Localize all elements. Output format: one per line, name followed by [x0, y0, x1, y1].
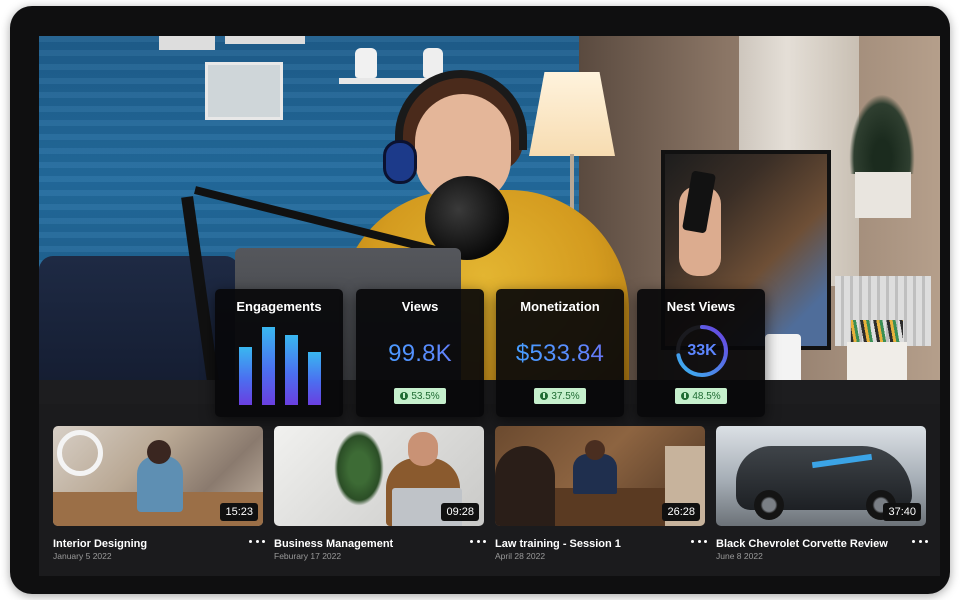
- video-thumbnail[interactable]: 09:28: [274, 426, 484, 526]
- engagements-bar-chart: [237, 323, 321, 405]
- video-duration: 37:40: [883, 503, 921, 521]
- change-value: 53.5%: [411, 390, 440, 402]
- video-date: June 8 2022: [716, 551, 763, 561]
- change-badge: 53.5%: [394, 388, 446, 404]
- hero-image: [39, 36, 940, 404]
- device-frame: Engagements Views 99.8K 53.5% Monetizati…: [10, 6, 950, 594]
- video-duration: 15:23: [220, 503, 258, 521]
- person: [573, 454, 617, 494]
- video-title[interactable]: Business Management: [274, 538, 393, 550]
- engagement-bar: [239, 346, 252, 405]
- change-badge: 48.5%: [675, 388, 727, 404]
- card-title: Engagements: [236, 299, 322, 314]
- plant-pot: [855, 172, 911, 218]
- nest-views-card[interactable]: Nest Views 33K 48.5%: [637, 289, 765, 417]
- info-icon: [681, 392, 690, 400]
- person-head: [408, 432, 438, 466]
- change-value: 48.5%: [692, 390, 721, 402]
- video-date: April 28 2022: [495, 551, 546, 561]
- monetization-card[interactable]: Monetization $533.84 37.5%: [496, 289, 624, 417]
- change-value: 37.5%: [551, 390, 580, 402]
- desk: [39, 380, 940, 404]
- video-duration: 09:28: [441, 503, 479, 521]
- change-badge: 37.5%: [534, 388, 586, 404]
- video-title[interactable]: Law training - Session 1: [495, 538, 621, 550]
- plant: [334, 430, 384, 506]
- more-dots-icon[interactable]: [691, 535, 707, 547]
- engagement-bar: [285, 334, 298, 405]
- car-wheel: [754, 490, 784, 520]
- person-head: [585, 440, 605, 460]
- card-title: Nest Views: [666, 299, 736, 314]
- ring-light: [57, 430, 103, 476]
- pencils: [851, 320, 903, 344]
- info-icon: [400, 392, 409, 400]
- video-title[interactable]: Interior Designing: [53, 538, 147, 550]
- video-thumbnail[interactable]: 37:40: [716, 426, 926, 526]
- person-head: [147, 440, 171, 464]
- engagement-bar: [308, 351, 321, 405]
- more-dots-icon[interactable]: [249, 535, 265, 547]
- picture-frame: [225, 36, 305, 44]
- monetization-value: $533.84: [496, 340, 624, 368]
- video-date: Feburary 17 2022: [274, 551, 342, 561]
- headphone-cup: [383, 140, 417, 184]
- engagement-bar: [262, 327, 275, 405]
- video-date: January 5 2022: [53, 551, 112, 561]
- engagements-card[interactable]: Engagements: [215, 289, 343, 417]
- video-duration: 26:28: [662, 503, 700, 521]
- video-thumbnail[interactable]: 26:28: [495, 426, 705, 526]
- picture-frame: [205, 62, 283, 120]
- person: [137, 456, 183, 512]
- more-dots-icon[interactable]: [912, 535, 928, 547]
- card-title: Monetization: [520, 299, 600, 314]
- views-card[interactable]: Views 99.8K 53.5%: [356, 289, 484, 417]
- screen: Engagements Views 99.8K 53.5% Monetizati…: [39, 36, 940, 576]
- plant: [849, 94, 915, 174]
- vase: [355, 48, 377, 78]
- more-dots-icon[interactable]: [470, 535, 486, 547]
- picture-frame: [159, 36, 215, 50]
- card-title: Views: [401, 299, 439, 314]
- video-thumbnail[interactable]: 15:23: [53, 426, 263, 526]
- views-value: 99.8K: [356, 340, 484, 368]
- person-silhouette: [495, 446, 555, 526]
- info-icon: [540, 392, 549, 400]
- video-title[interactable]: Black Chevrolet Corvette Review: [716, 538, 888, 550]
- nest-views-value: 33K: [687, 342, 717, 359]
